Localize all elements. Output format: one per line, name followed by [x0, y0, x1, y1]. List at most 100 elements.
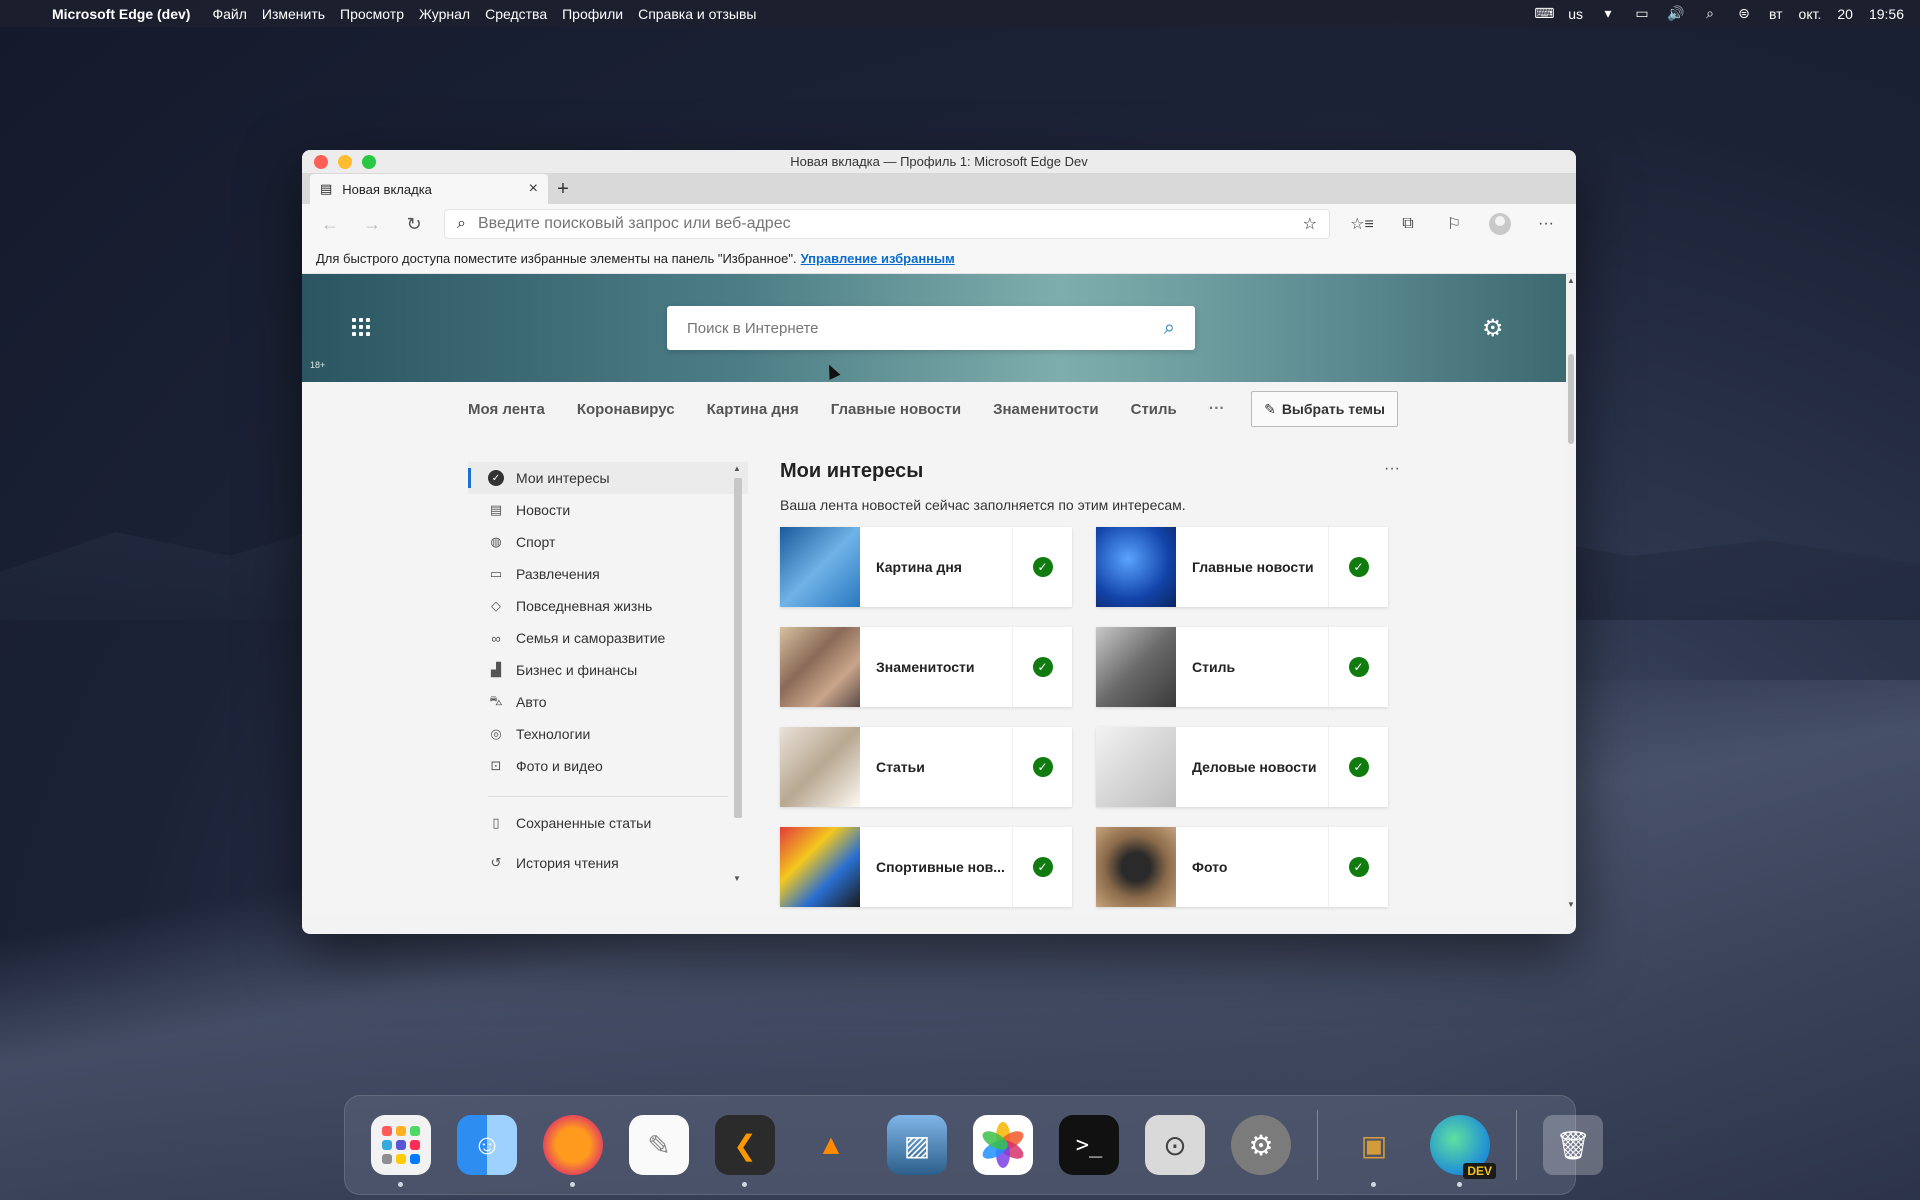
clock-time[interactable]: 19:56 — [1869, 6, 1904, 22]
topic-style[interactable]: Стиль — [1131, 401, 1177, 418]
text-editor-icon[interactable]: ✎ — [629, 1115, 689, 1175]
address-bar[interactable]: ⌕ ☆ — [444, 209, 1330, 239]
clock-date[interactable]: 20 — [1837, 6, 1853, 22]
clock-month[interactable]: окт. — [1799, 6, 1822, 22]
clock-day[interactable]: вт — [1769, 6, 1783, 22]
sidebar-item-saved-articles[interactable]: ▯ Сохраненные статьи — [468, 807, 748, 839]
interest-card[interactable]: Деловые новости ✓ — [1096, 727, 1388, 807]
add-favorite-star-icon[interactable]: ☆ — [1303, 214, 1317, 234]
address-input[interactable] — [477, 215, 1291, 233]
minimize-window-button[interactable] — [338, 155, 352, 169]
scroll-up-icon[interactable]: ▲ — [733, 464, 741, 473]
web-search-icon[interactable]: ⌕ — [1164, 317, 1175, 340]
card-toggle[interactable]: ✓ — [1012, 727, 1072, 807]
new-tab-button[interactable]: + — [548, 174, 578, 204]
card-toggle[interactable]: ✓ — [1012, 627, 1072, 707]
volume-icon[interactable]: 🔊 — [1667, 5, 1685, 22]
sublime-text-icon[interactable]: ❮ — [715, 1115, 775, 1187]
system-preferences-icon[interactable]: ⚙ — [1231, 1115, 1291, 1175]
menu-app-name[interactable]: Microsoft Edge (dev) — [52, 6, 190, 22]
sidebar-item-lifestyle[interactable]: ◇ Повседневная жизнь — [468, 590, 748, 622]
sidebar-item-business[interactable]: ▟ Бизнес и финансы — [468, 654, 748, 686]
card-toggle[interactable]: ✓ — [1012, 527, 1072, 607]
menu-file[interactable]: Файл — [212, 6, 246, 22]
screenshot-icon[interactable]: ⊙ — [1145, 1115, 1205, 1175]
card-toggle[interactable]: ✓ — [1328, 827, 1388, 907]
refresh-icon[interactable]: ↻ — [396, 208, 432, 240]
topic-top-news[interactable]: Главные новости — [831, 401, 961, 418]
vlc-icon[interactable]: ▲ — [801, 1115, 861, 1175]
interest-card[interactable]: Фото ✓ — [1096, 827, 1388, 907]
terminal-icon[interactable]: >_ — [1059, 1115, 1119, 1175]
topic-coronavirus[interactable]: Коронавирус — [577, 401, 675, 418]
page-scroll-down-icon[interactable]: ▼ — [1567, 900, 1575, 909]
menu-history[interactable]: Журнал — [419, 6, 470, 22]
topic-picture-of-day[interactable]: Картина дня — [707, 401, 799, 418]
control-center-icon[interactable]: ⊜ — [1735, 5, 1753, 22]
display-icon[interactable]: ▭ — [1633, 5, 1651, 22]
firefox-icon[interactable] — [543, 1115, 603, 1187]
menu-view[interactable]: Просмотр — [340, 6, 404, 22]
menu-tools[interactable]: Средства — [485, 6, 547, 22]
edge-dev-icon[interactable]: DEV — [1430, 1115, 1496, 1187]
topics-more-icon[interactable]: ··· — [1209, 400, 1225, 418]
preview-icon[interactable]: ▨ — [887, 1115, 947, 1175]
manage-favorites-link[interactable]: Управление избранным — [801, 251, 955, 266]
spotlight-search-icon[interactable]: ⌕ — [1701, 5, 1719, 22]
input-source-label[interactable]: us — [1568, 6, 1583, 22]
settings-more-icon[interactable]: ··· — [1526, 208, 1566, 240]
page-scroll-up-icon[interactable]: ▲ — [1567, 276, 1575, 285]
sidebar-item-my-interests[interactable]: ✓ Мои интересы — [468, 462, 748, 494]
topic-my-feed[interactable]: Моя лента — [468, 401, 545, 418]
forward-arrow-icon[interactable]: → — [354, 208, 390, 240]
interest-card[interactable]: Статьи ✓ — [780, 727, 1072, 807]
finder-icon[interactable]: ☺ — [457, 1115, 517, 1175]
menu-profiles[interactable]: Профили — [562, 6, 623, 22]
sidebar-scroll-thumb[interactable] — [734, 478, 742, 818]
tab-new-tab[interactable]: ▤ Новая вкладка × — [310, 174, 548, 204]
app-launcher-icon[interactable] — [352, 318, 370, 336]
choose-topics-button[interactable]: ✎ Выбрать темы — [1251, 391, 1398, 427]
interest-card[interactable]: Стиль ✓ — [1096, 627, 1388, 707]
zoom-window-button[interactable] — [362, 155, 376, 169]
section-more-icon[interactable]: ··· — [1384, 460, 1400, 478]
interest-card[interactable]: Спортивные нов... ✓ — [780, 827, 1072, 907]
sidebar-item-news[interactable]: ▤ Новости — [468, 494, 748, 526]
web-search-input[interactable] — [687, 319, 1164, 337]
window-titlebar[interactable]: Новая вкладка — Профиль 1: Microsoft Edg… — [302, 150, 1576, 174]
page-settings-gear-icon[interactable]: ⚙ — [1482, 314, 1504, 343]
page-scroll-thumb[interactable] — [1568, 354, 1574, 444]
close-window-button[interactable] — [314, 155, 328, 169]
profile-button[interactable] — [1480, 208, 1520, 240]
interest-card[interactable]: Знаменитости ✓ — [780, 627, 1072, 707]
card-toggle[interactable]: ✓ — [1328, 727, 1388, 807]
card-toggle[interactable]: ✓ — [1328, 527, 1388, 607]
sidebar-item-tech[interactable]: ◎ Технологии — [468, 718, 748, 750]
sidebar-item-auto[interactable]: ⛍ Авто — [468, 686, 748, 718]
collections-icon[interactable]: ⧉ — [1388, 208, 1428, 240]
interest-card[interactable]: Картина дня ✓ — [780, 527, 1072, 607]
card-toggle[interactable]: ✓ — [1328, 627, 1388, 707]
back-arrow-icon[interactable]: ← — [312, 208, 348, 240]
sidebar-item-reading-history[interactable]: ↺ История чтения — [468, 847, 748, 879]
feedback-icon[interactable]: ⚐ — [1434, 208, 1474, 240]
favorites-icon[interactable]: ☆≡ — [1342, 208, 1382, 240]
topic-celebrities[interactable]: Знаменитости — [993, 401, 1099, 418]
scroll-down-icon[interactable]: ▼ — [733, 874, 741, 883]
menu-edit[interactable]: Изменить — [262, 6, 325, 22]
caret-down-icon[interactable]: ▾ — [1599, 5, 1617, 22]
installer-package-icon[interactable]: ▣ — [1344, 1115, 1404, 1187]
interest-card[interactable]: Главные новости ✓ — [1096, 527, 1388, 607]
sidebar-item-entertainment[interactable]: ▭ Развлечения — [468, 558, 748, 590]
sidebar-scrollbar[interactable]: ▲ ▼ — [732, 464, 742, 884]
card-toggle[interactable]: ✓ — [1012, 827, 1072, 907]
menu-help[interactable]: Справка и отзывы — [638, 6, 756, 22]
sidebar-item-photo-video[interactable]: ⊡ Фото и видео — [468, 750, 748, 782]
input-source-icon[interactable]: ⌨ — [1534, 5, 1554, 22]
sidebar-item-sport[interactable]: ◍ Спорт — [468, 526, 748, 558]
sidebar-item-family[interactable]: ∞ Семья и саморазвитие — [468, 622, 748, 654]
close-tab-icon[interactable]: × — [529, 180, 538, 198]
launchpad-icon[interactable] — [371, 1115, 431, 1187]
web-search-box[interactable]: ⌕ — [667, 306, 1195, 350]
photos-icon[interactable] — [973, 1115, 1033, 1175]
